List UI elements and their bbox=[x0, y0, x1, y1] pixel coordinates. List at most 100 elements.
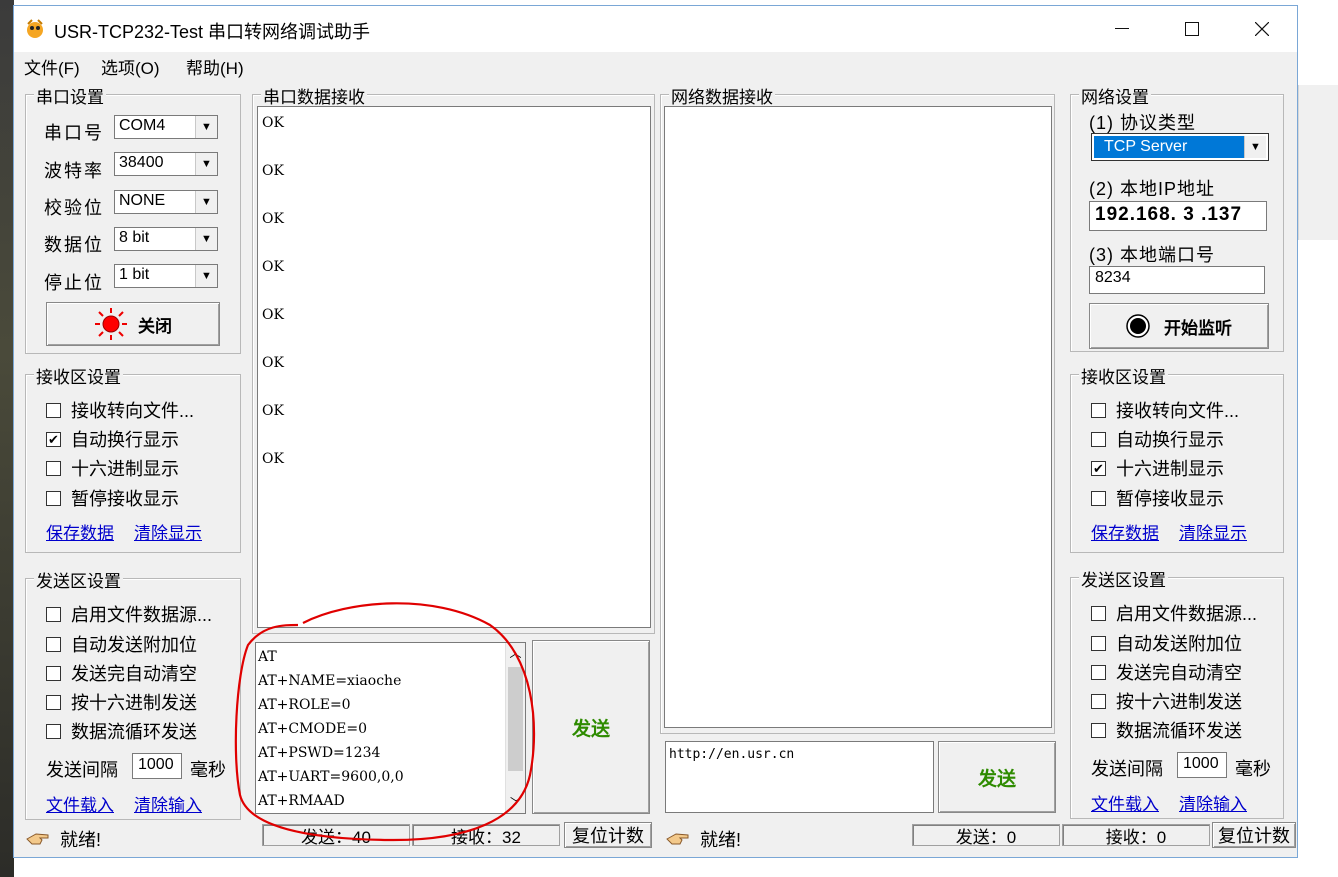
left-recv-option-to-file[interactable]: 接收转向文件... bbox=[46, 397, 194, 423]
right-send-option-loop[interactable]: 数据流循环发送 bbox=[1091, 717, 1242, 743]
network-send-input[interactable]: http://en.usr.cn bbox=[665, 741, 934, 813]
right-send-settings-title: 发送区设置 bbox=[1079, 566, 1168, 591]
checkbox[interactable] bbox=[46, 694, 61, 710]
checkbox[interactable] bbox=[1091, 402, 1106, 418]
vertical-scrollbar[interactable]: ︿ ﹀ bbox=[505, 643, 525, 813]
left-recv-option-pause[interactable]: 暂停接收显示 bbox=[46, 485, 179, 511]
checkbox[interactable] bbox=[46, 665, 61, 681]
left-load-file-link[interactable]: 文件载入 bbox=[46, 791, 114, 816]
checkbox[interactable] bbox=[1091, 693, 1106, 709]
left-save-data-link[interactable]: 保存数据 bbox=[46, 519, 114, 544]
chevron-down-icon[interactable]: ﹀ bbox=[506, 793, 525, 813]
option-label: 自动发送附加位 bbox=[1116, 634, 1242, 654]
checkbox[interactable] bbox=[1091, 490, 1106, 506]
local-ip-label: (2) 本地IP地址 bbox=[1089, 179, 1216, 199]
app-window: USR-TCP232-Test 串口转网络调试助手 文件(F) 选项(O) 帮助… bbox=[13, 5, 1298, 858]
left-reset-count-button[interactable]: 复位计数 bbox=[564, 822, 652, 848]
checkbox[interactable] bbox=[1091, 722, 1106, 738]
checkbox[interactable] bbox=[46, 490, 61, 506]
databits-select[interactable]: 8 bit ▼ bbox=[114, 227, 218, 251]
start-listen-button[interactable]: 开始监听 bbox=[1089, 303, 1269, 349]
right-interval-input[interactable]: 1000 bbox=[1177, 752, 1227, 778]
local-port-input[interactable]: 8234 bbox=[1089, 266, 1265, 294]
right-save-data-link[interactable]: 保存数据 bbox=[1091, 519, 1159, 544]
serial-receive-area[interactable]: OK OK OK OK OK OK OK OK bbox=[257, 106, 651, 628]
right-status-ready-text: 就绪! bbox=[700, 830, 742, 850]
left-recv-option-hex[interactable]: 十六进制显示 bbox=[46, 455, 179, 481]
minimize-icon bbox=[1115, 28, 1129, 29]
tx-line: AT bbox=[258, 649, 277, 665]
minimize-button[interactable] bbox=[1087, 6, 1157, 52]
port-value: COM4 bbox=[119, 117, 166, 134]
stopbits-select[interactable]: 1 bit ▼ bbox=[114, 264, 218, 288]
menu-options[interactable]: 选项(O) bbox=[101, 54, 160, 79]
rx-line: OK bbox=[262, 115, 284, 131]
baud-select[interactable]: 38400 ▼ bbox=[114, 152, 218, 176]
rx-line: OK bbox=[262, 403, 284, 419]
right-recv-option-pause[interactable]: 暂停接收显示 bbox=[1091, 485, 1224, 511]
open-close-port-button[interactable]: 关闭 bbox=[46, 302, 220, 346]
close-icon bbox=[1255, 22, 1269, 36]
tx-line: AT+ROLE=0 bbox=[258, 697, 351, 713]
checkbox[interactable] bbox=[1091, 635, 1106, 651]
right-clear-display-link[interactable]: 清除显示 bbox=[1179, 519, 1247, 544]
open-close-label: 关闭 bbox=[138, 316, 172, 336]
left-clear-display-link[interactable]: 清除显示 bbox=[134, 519, 202, 544]
serial-send-input[interactable]: AT AT+NAME=xiaoche AT+ROLE=0 AT+CMODE=0 … bbox=[255, 642, 526, 814]
right-send-option-hex[interactable]: 按十六进制发送 bbox=[1091, 688, 1242, 714]
checkbox-checked[interactable]: ✔ bbox=[1091, 460, 1106, 476]
close-button[interactable] bbox=[1227, 6, 1297, 52]
tx-line: AT+RMAAD bbox=[258, 793, 345, 809]
menu-file[interactable]: 文件(F) bbox=[24, 54, 80, 79]
checkbox[interactable] bbox=[1091, 431, 1106, 447]
network-receive-title: 网络数据接收 bbox=[669, 83, 775, 108]
checkbox[interactable] bbox=[1091, 605, 1106, 621]
chevron-up-icon[interactable]: ︿ bbox=[506, 643, 525, 663]
parity-select[interactable]: NONE ▼ bbox=[114, 190, 218, 214]
checkbox[interactable] bbox=[46, 606, 61, 622]
option-label: 暂停接收显示 bbox=[1116, 489, 1224, 509]
right-recv-option-hex[interactable]: ✔ 十六进制显示 bbox=[1091, 455, 1224, 481]
chevron-down-icon: ▼ bbox=[1244, 136, 1266, 158]
checkbox[interactable] bbox=[46, 460, 61, 476]
maximize-button[interactable] bbox=[1157, 6, 1227, 52]
checkbox[interactable] bbox=[1091, 664, 1106, 680]
left-send-option-autoclear[interactable]: 发送完自动清空 bbox=[46, 660, 197, 686]
right-clear-input-link[interactable]: 清除输入 bbox=[1179, 790, 1247, 815]
option-label: 启用文件数据源... bbox=[1116, 604, 1258, 624]
right-recv-option-to-file[interactable]: 接收转向文件... bbox=[1091, 397, 1239, 423]
right-load-file-link[interactable]: 文件载入 bbox=[1091, 790, 1159, 815]
left-send-option-file-source[interactable]: 启用文件数据源... bbox=[46, 601, 212, 627]
checkbox[interactable] bbox=[46, 636, 61, 652]
checkbox[interactable] bbox=[46, 402, 61, 418]
menu-help[interactable]: 帮助(H) bbox=[186, 54, 244, 79]
left-send-option-hex[interactable]: 按十六进制发送 bbox=[46, 689, 197, 715]
start-listen-label: 开始监听 bbox=[1164, 318, 1232, 338]
left-recv-option-wrap[interactable]: ✔ 自动换行显示 bbox=[46, 426, 179, 452]
local-ip-input[interactable]: 192.168. 3 .137 bbox=[1089, 201, 1267, 231]
option-label: 自动发送附加位 bbox=[71, 635, 197, 655]
left-interval-input[interactable]: 1000 bbox=[132, 753, 182, 779]
left-receive-settings-title: 接收区设置 bbox=[34, 363, 123, 388]
checkbox-checked[interactable]: ✔ bbox=[46, 431, 61, 447]
network-send-button[interactable]: 发送 bbox=[938, 741, 1056, 813]
right-status-ready: 就绪! bbox=[666, 826, 741, 852]
right-recv-option-wrap[interactable]: 自动换行显示 bbox=[1091, 426, 1224, 452]
checkbox[interactable] bbox=[46, 723, 61, 739]
serial-send-button[interactable]: 发送 bbox=[532, 640, 650, 814]
network-settings-title: 网络设置 bbox=[1079, 83, 1151, 108]
port-label: 串口号 bbox=[44, 123, 104, 143]
protocol-select[interactable]: TCP Server ▼ bbox=[1091, 133, 1269, 161]
left-send-option-loop[interactable]: 数据流循环发送 bbox=[46, 718, 197, 744]
port-select[interactable]: COM4 ▼ bbox=[114, 115, 218, 139]
scrollbar-thumb[interactable] bbox=[508, 667, 523, 771]
chevron-down-icon: ▼ bbox=[195, 265, 217, 287]
left-send-option-append[interactable]: 自动发送附加位 bbox=[46, 631, 197, 657]
right-reset-count-button[interactable]: 复位计数 bbox=[1212, 822, 1296, 848]
right-send-option-autoclear[interactable]: 发送完自动清空 bbox=[1091, 659, 1242, 685]
right-send-option-append[interactable]: 自动发送附加位 bbox=[1091, 630, 1242, 656]
right-send-option-file-source[interactable]: 启用文件数据源... bbox=[1091, 600, 1257, 626]
network-receive-area[interactable] bbox=[664, 106, 1052, 728]
left-clear-input-link[interactable]: 清除输入 bbox=[134, 791, 202, 816]
protocol-value: TCP Server bbox=[1094, 136, 1244, 158]
